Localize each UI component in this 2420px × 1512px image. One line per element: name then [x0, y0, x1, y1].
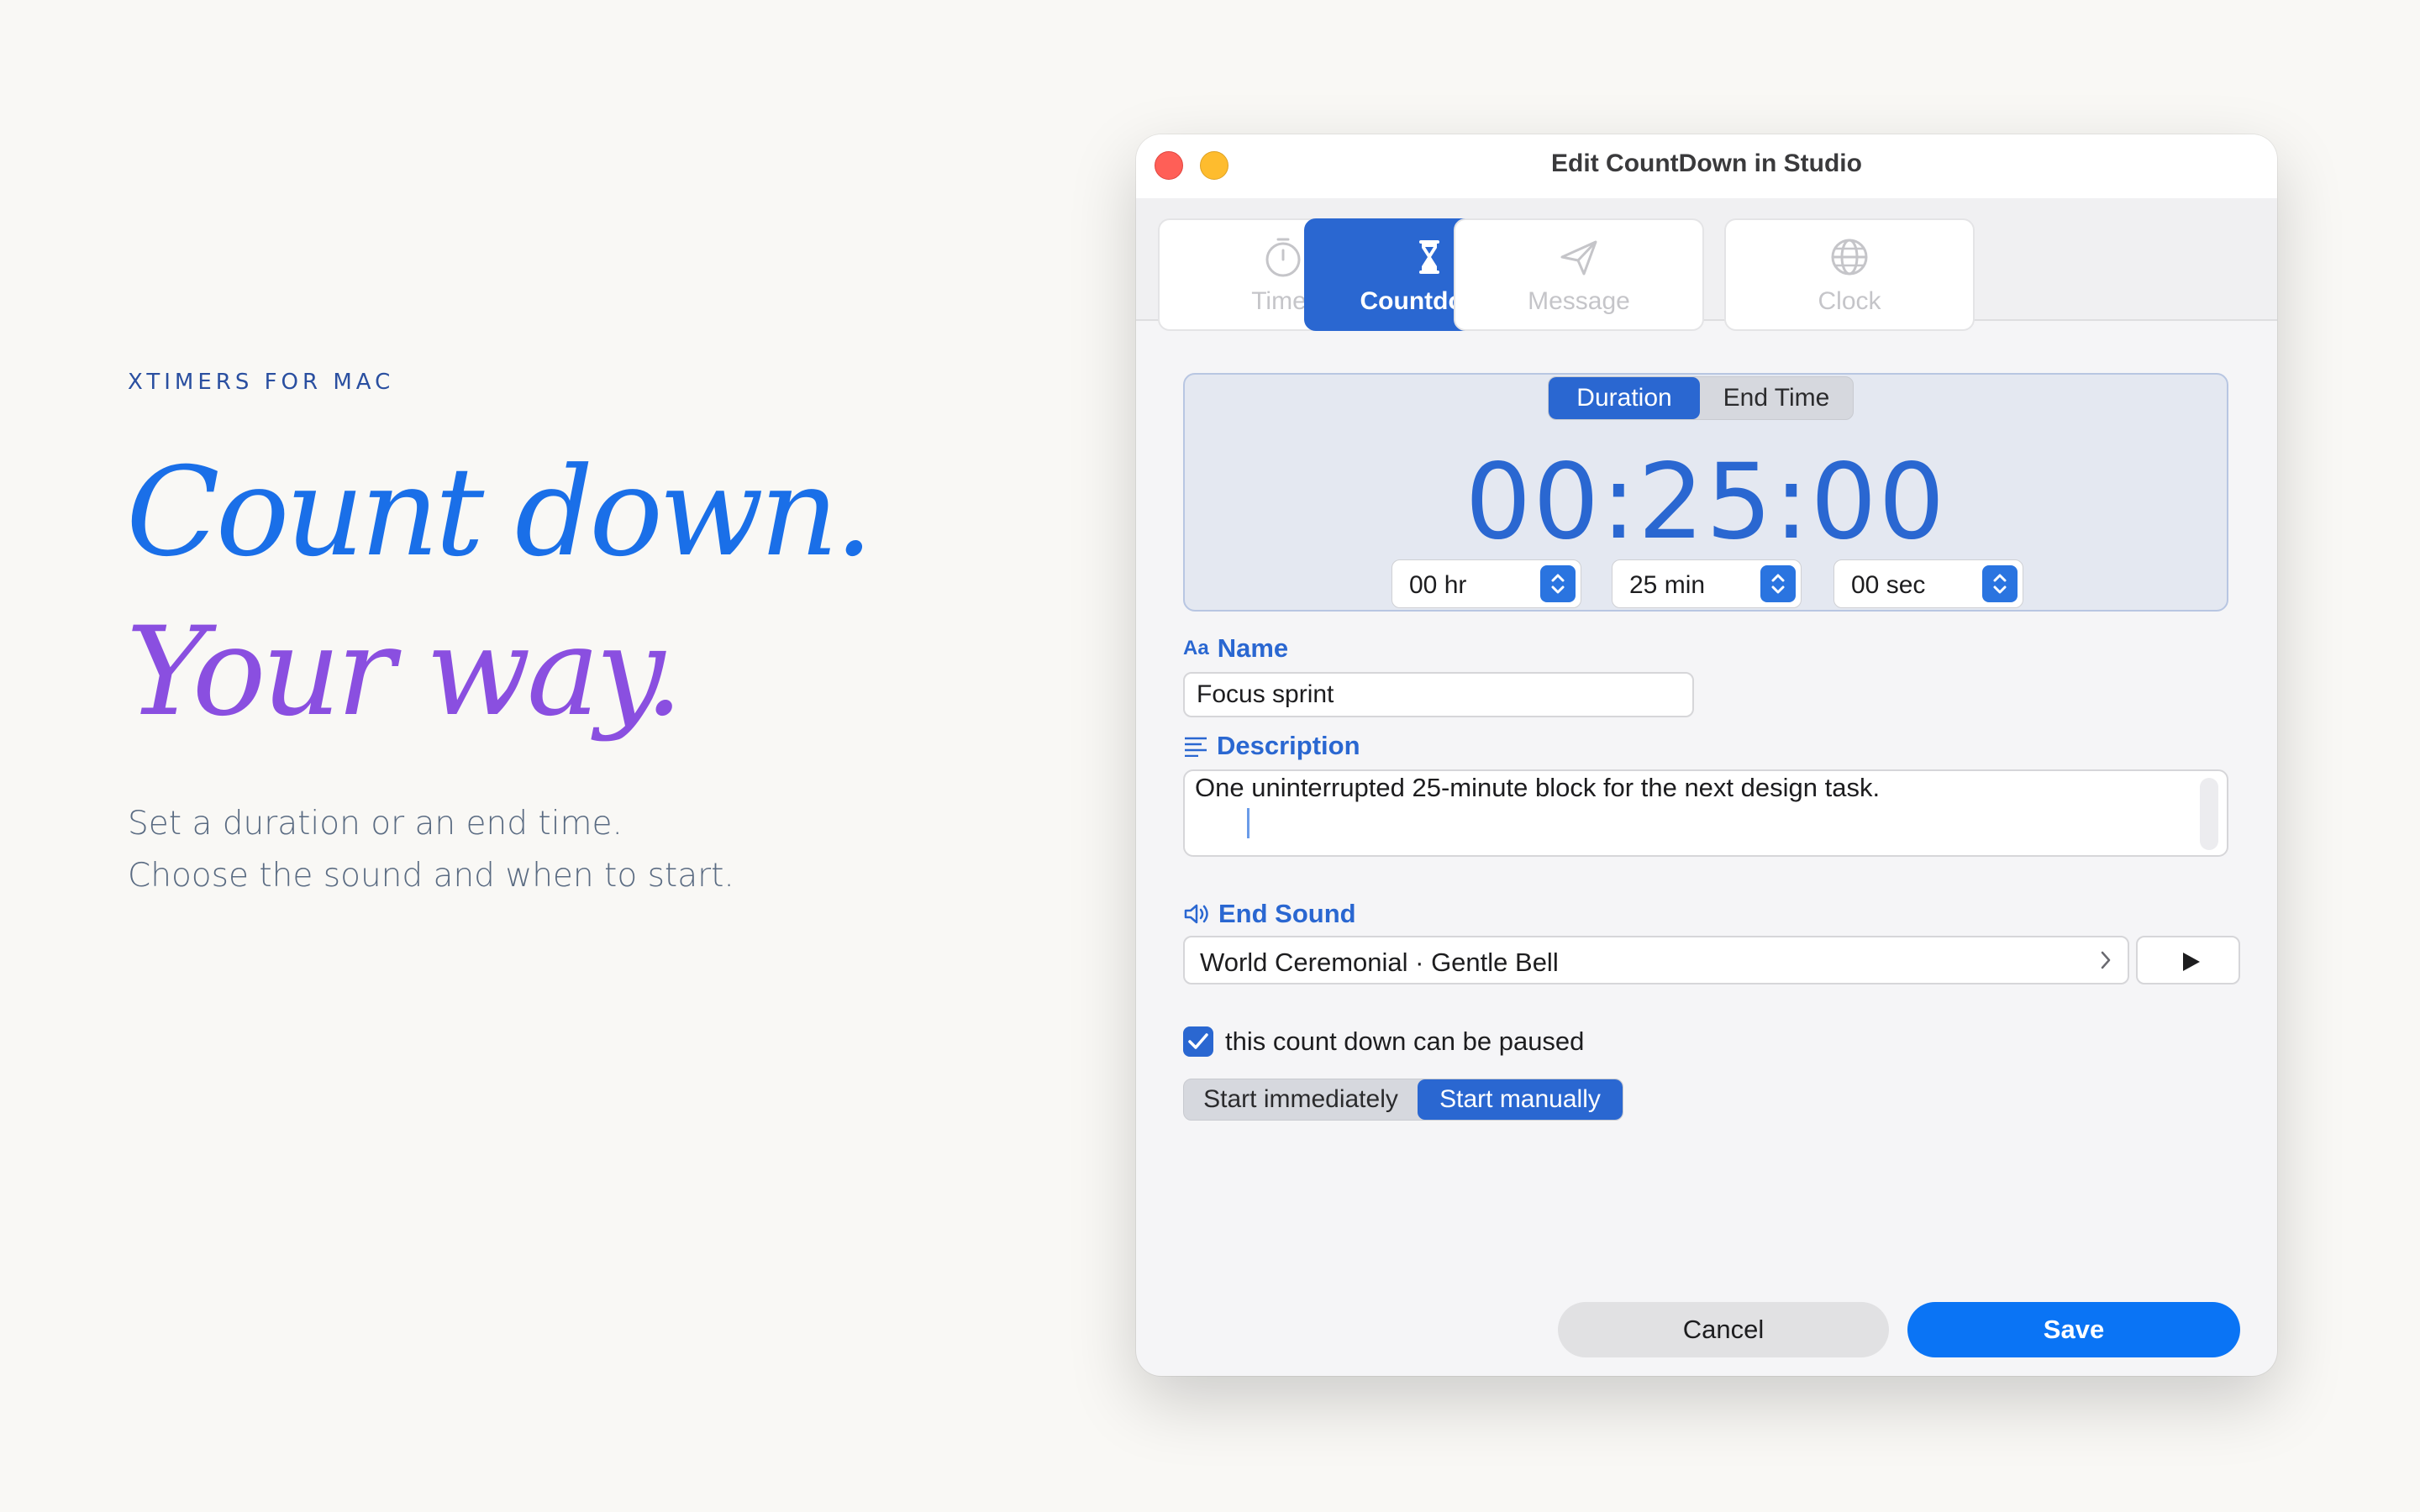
cancel-button[interactable]: Cancel [1558, 1302, 1889, 1357]
minutes-stepper[interactable]: 25 min [1612, 559, 1802, 608]
hours-stepper[interactable]: 00 hr [1392, 559, 1581, 608]
seconds-stepper-arrows[interactable] [1982, 565, 2018, 602]
paper-plane-icon [1560, 240, 1597, 276]
type-tabs: Timer Countdown Message Clock [1136, 198, 2277, 331]
pausable-label[interactable]: this count down can be paused [1225, 1026, 1584, 1057]
text-caret [1247, 808, 1249, 838]
description-text: One uninterrupted 25-minute block for th… [1195, 773, 1881, 802]
pausable-checkbox[interactable] [1183, 1026, 1213, 1057]
start-mode-segmented-control: Start immediately Start manually [1183, 1079, 1623, 1121]
checkmark-icon [1188, 1033, 1208, 1049]
play-icon [2183, 953, 2200, 971]
save-button[interactable]: Save [1907, 1302, 2240, 1357]
tab-clock[interactable]: Clock [1724, 218, 1975, 331]
window-title: Edit CountDown in Studio [1551, 150, 1862, 177]
text-format-icon: Aa [1183, 637, 1209, 659]
description-textarea[interactable]: One uninterrupted 25-minute block for th… [1183, 769, 2228, 857]
countdown-display: 00:25:00 [1465, 442, 1947, 563]
up-down-chevron-icon [1771, 574, 1785, 594]
headline: Count down. Your way. [126, 433, 874, 752]
seconds-stepper[interactable]: 00 sec [1833, 559, 2023, 608]
up-down-chevron-icon [1551, 574, 1565, 594]
description-label-text: Description [1217, 731, 1360, 760]
end-sound-value: World Ceremonial · Gentle Bell [1200, 948, 1559, 977]
hours-stepper-arrows[interactable] [1540, 565, 1576, 602]
up-down-chevron-icon [1993, 574, 2007, 594]
globe-icon [1831, 239, 1868, 276]
seconds-value: 00 sec [1851, 571, 1926, 599]
mode-duration-option[interactable]: Duration [1549, 377, 1700, 419]
name-label: Aa Name [1183, 633, 1288, 664]
name-label-text: Name [1217, 633, 1289, 663]
edit-countdown-window: Edit CountDown in Studio Timer Countdown [1136, 134, 2277, 1376]
play-sound-button[interactable] [2136, 936, 2240, 984]
headline-line-1: Count down. [126, 441, 874, 584]
title-bar: Edit CountDown in Studio [1136, 134, 2277, 199]
name-input[interactable]: Focus sprint [1183, 672, 1694, 717]
speaker-icon [1184, 904, 1208, 924]
description-label: Description [1183, 731, 1360, 761]
tab-message[interactable]: Message [1454, 218, 1704, 331]
subtitle-line-1: Set a duration or an end time. [128, 805, 623, 843]
tab-message-label: Message [1528, 287, 1630, 315]
start-immediately-option[interactable]: Start immediately [1184, 1079, 1418, 1120]
tab-clock-label: Clock [1818, 287, 1881, 315]
subtitle: Set a duration or an end time. Choose th… [128, 798, 734, 902]
description-scrollbar[interactable] [2200, 778, 2218, 850]
eyebrow: XTIMERS FOR MAC [128, 370, 395, 395]
end-sound-label-text: End Sound [1218, 899, 1356, 928]
start-manually-option[interactable]: Start manually [1418, 1079, 1623, 1120]
text-align-left-icon [1185, 737, 1207, 757]
headline-line-2: Your way. [126, 601, 683, 743]
mode-end-time-option[interactable]: End Time [1700, 377, 1853, 419]
subtitle-line-2: Choose the sound and when to start. [128, 857, 734, 895]
minutes-stepper-arrows[interactable] [1760, 565, 1796, 602]
hours-value: 00 hr [1409, 571, 1467, 599]
stopwatch-icon [1265, 238, 1301, 277]
minutes-value: 25 min [1629, 571, 1706, 599]
end-sound-label: End Sound [1183, 899, 1356, 929]
chevron-right-icon [2097, 948, 2114, 979]
hourglass-icon [1419, 240, 1439, 274]
mode-segmented-control: Duration End Time [1548, 376, 1854, 420]
end-sound-selector[interactable]: World Ceremonial · Gentle Bell [1183, 936, 2129, 984]
